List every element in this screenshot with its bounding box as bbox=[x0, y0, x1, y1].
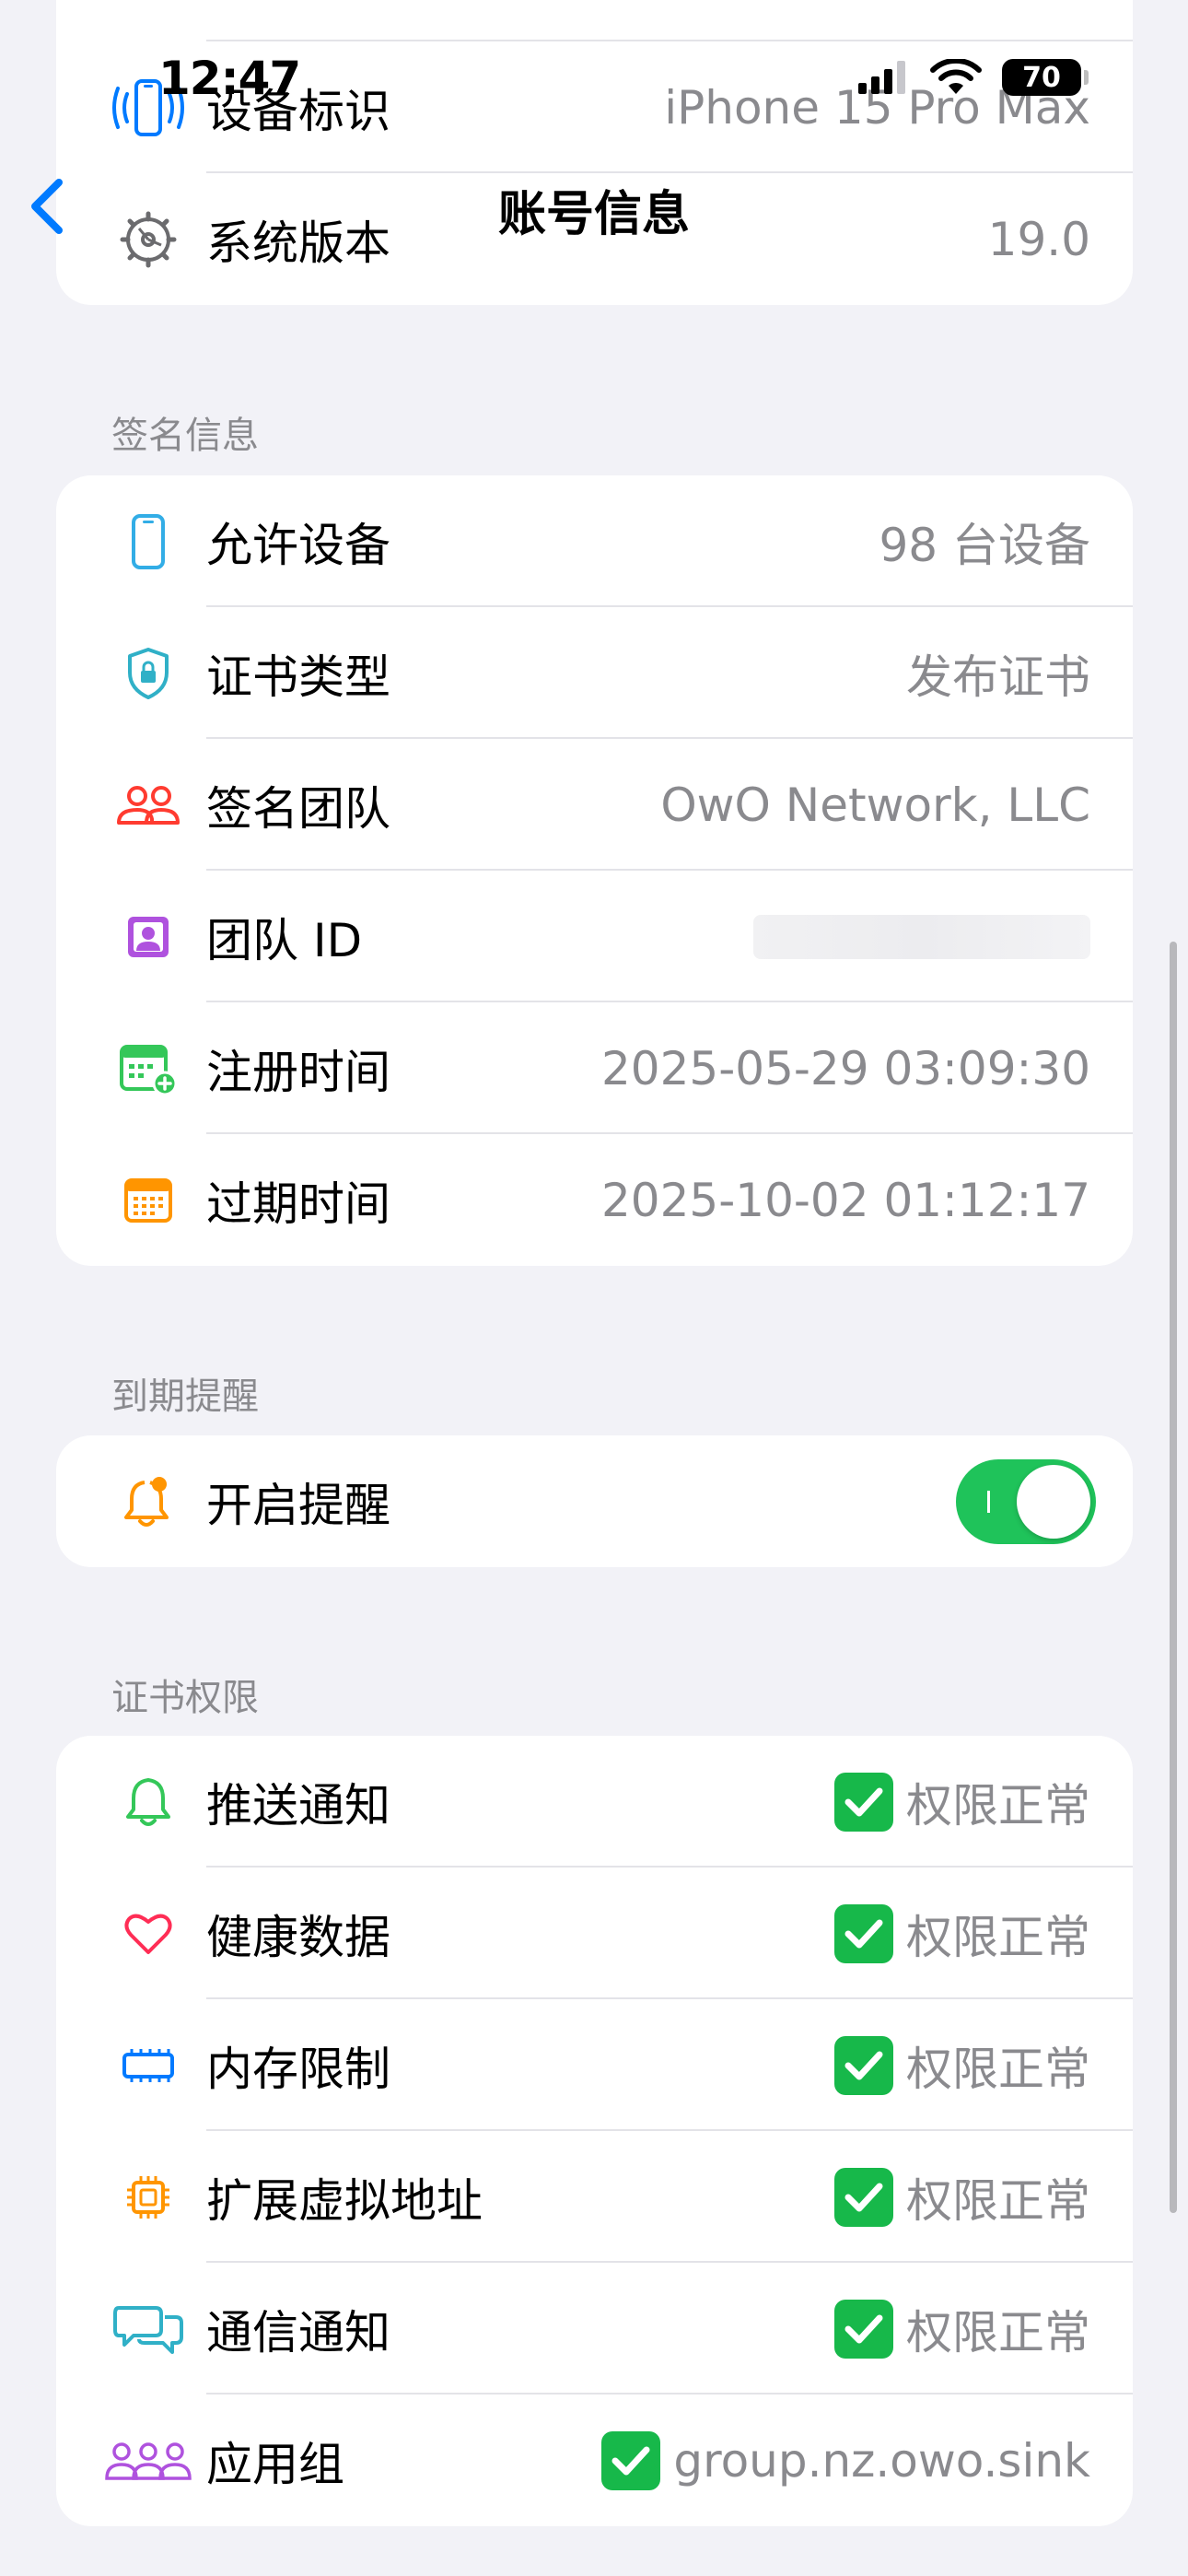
section-header-signature: 签名信息 bbox=[111, 415, 259, 457]
list-item-push-notifications[interactable]: 推送通知 权限正常 bbox=[56, 1736, 1133, 1868]
list-item-communication-notifications[interactable]: 通信通知 权限正常 bbox=[56, 2263, 1133, 2395]
row-label: 内存限制 bbox=[206, 2042, 390, 2096]
bell-icon bbox=[102, 1756, 194, 1848]
list-item-expiry-time[interactable]: 过期时间 2025-10-02 01:12:17 bbox=[56, 1134, 1133, 1266]
row-value: 权限正常 bbox=[834, 2296, 1090, 2362]
cpu-icon bbox=[102, 2151, 194, 2243]
vertical-scrollbar[interactable] bbox=[1170, 942, 1177, 2213]
list-item-signing-team[interactable]: 签名团队 OwO Network, LLC bbox=[56, 739, 1133, 871]
list-item-health-data[interactable]: 健康数据 权限正常 bbox=[56, 1868, 1133, 1999]
bell-badge-icon bbox=[102, 1456, 194, 1548]
list-item-team-id[interactable]: 团队 ID bbox=[56, 871, 1133, 1002]
permission-status: 权限正常 bbox=[906, 1778, 1090, 1832]
page-title: 账号信息 bbox=[497, 187, 690, 242]
calendar-plus-icon bbox=[102, 1023, 194, 1115]
checkmark-icon bbox=[834, 2299, 893, 2359]
row-value: 权限正常 bbox=[834, 1901, 1090, 1967]
wifi-icon bbox=[930, 59, 982, 94]
list-item-registration-time[interactable]: 注册时间 2025-05-29 03:09:30 bbox=[56, 1002, 1133, 1134]
battery-level: 70 bbox=[1022, 61, 1061, 94]
permission-status: 权限正常 bbox=[906, 1910, 1090, 1964]
row-label: 团队 ID bbox=[206, 913, 363, 967]
toggle-on-mark bbox=[987, 1490, 990, 1513]
row-label: 开启提醒 bbox=[206, 1478, 390, 1532]
row-label: 允许设备 bbox=[206, 518, 390, 572]
calendar-icon bbox=[102, 1154, 194, 1247]
row-label: 通信通知 bbox=[206, 2305, 390, 2359]
checkmark-icon bbox=[834, 1903, 893, 1963]
app-group-id: group.nz.owo.sink bbox=[673, 2433, 1090, 2488]
row-label: 应用组 bbox=[206, 2437, 344, 2491]
team-id-value-redacted bbox=[753, 914, 1090, 959]
status-time: 12:47 bbox=[158, 52, 301, 105]
checkmark-icon bbox=[834, 1772, 893, 1832]
row-value: 权限正常 bbox=[834, 1769, 1090, 1835]
memory-icon bbox=[102, 2020, 194, 2112]
reminder-toggle[interactable] bbox=[956, 1458, 1096, 1544]
iphone-icon bbox=[102, 496, 194, 588]
battery-indicator: 70 bbox=[1002, 59, 1089, 96]
row-label: 签名团队 bbox=[206, 781, 390, 836]
people-icon bbox=[102, 759, 194, 851]
row-value: group.nz.owo.sink bbox=[601, 2430, 1090, 2490]
list-item-certificate-type[interactable]: 证书类型 发布证书 bbox=[56, 607, 1133, 739]
list-item-app-group[interactable]: 应用组 group.nz.owo.sink bbox=[56, 2395, 1133, 2526]
redacted-blur bbox=[753, 914, 1090, 959]
status-bar: 12:47 70 bbox=[0, 0, 1188, 157]
list-item-extended-virtual-addressing[interactable]: 扩展虚拟地址 权限正常 bbox=[56, 2131, 1133, 2263]
cellular-signal-icon bbox=[858, 61, 905, 94]
checkmark-icon bbox=[834, 2035, 893, 2095]
heart-icon bbox=[102, 1888, 194, 1980]
row-value: 权限正常 bbox=[834, 2164, 1090, 2231]
signature-info-group: 允许设备 98 台设备 证书类型 发布证书 签名团队 OwO Network, … bbox=[56, 475, 1133, 1266]
row-label: 扩展虚拟地址 bbox=[206, 2173, 483, 2228]
row-value: 权限正常 bbox=[834, 2032, 1090, 2099]
row-value: 2025-05-29 03:09:30 bbox=[600, 1041, 1090, 1095]
row-label: 注册时间 bbox=[206, 1045, 390, 1099]
status-icons: 70 bbox=[858, 59, 1089, 96]
section-header-reminder: 到期提醒 bbox=[111, 1376, 259, 1418]
permission-status: 权限正常 bbox=[906, 2042, 1090, 2096]
shield-lock-icon bbox=[102, 627, 194, 720]
permissions-group: 推送通知 权限正常 健康数据 权限正常 内存限制 权限正常 扩展虚拟地址 权限正… bbox=[56, 1736, 1133, 2526]
row-label: 过期时间 bbox=[206, 1177, 390, 1231]
chat-bubbles-icon bbox=[102, 2283, 194, 2375]
row-value: OwO Network, LLC bbox=[660, 778, 1090, 832]
list-item-allowed-devices[interactable]: 允许设备 98 台设备 bbox=[56, 475, 1133, 607]
permission-status: 权限正常 bbox=[906, 2305, 1090, 2359]
checkmark-icon bbox=[834, 2167, 893, 2227]
row-label: 证书类型 bbox=[206, 650, 390, 704]
permission-status: 权限正常 bbox=[906, 2173, 1090, 2228]
checkmark-icon bbox=[601, 2430, 661, 2490]
group-icon bbox=[91, 2415, 205, 2507]
row-label: 健康数据 bbox=[206, 1910, 390, 1964]
list-item-enable-reminder: 开启提醒 bbox=[56, 1435, 1133, 1567]
reminder-group: 开启提醒 bbox=[56, 1435, 1133, 1567]
row-value: 98 台设备 bbox=[879, 518, 1090, 572]
row-label: 推送通知 bbox=[206, 1778, 390, 1832]
row-value: 2025-10-02 01:12:17 bbox=[600, 1173, 1090, 1227]
person-badge-icon bbox=[102, 891, 194, 983]
toggle-knob bbox=[1017, 1464, 1090, 1539]
list-item-memory-limit[interactable]: 内存限制 权限正常 bbox=[56, 1999, 1133, 2131]
section-header-permissions: 证书权限 bbox=[111, 1677, 259, 1719]
row-value: 发布证书 bbox=[906, 650, 1090, 704]
